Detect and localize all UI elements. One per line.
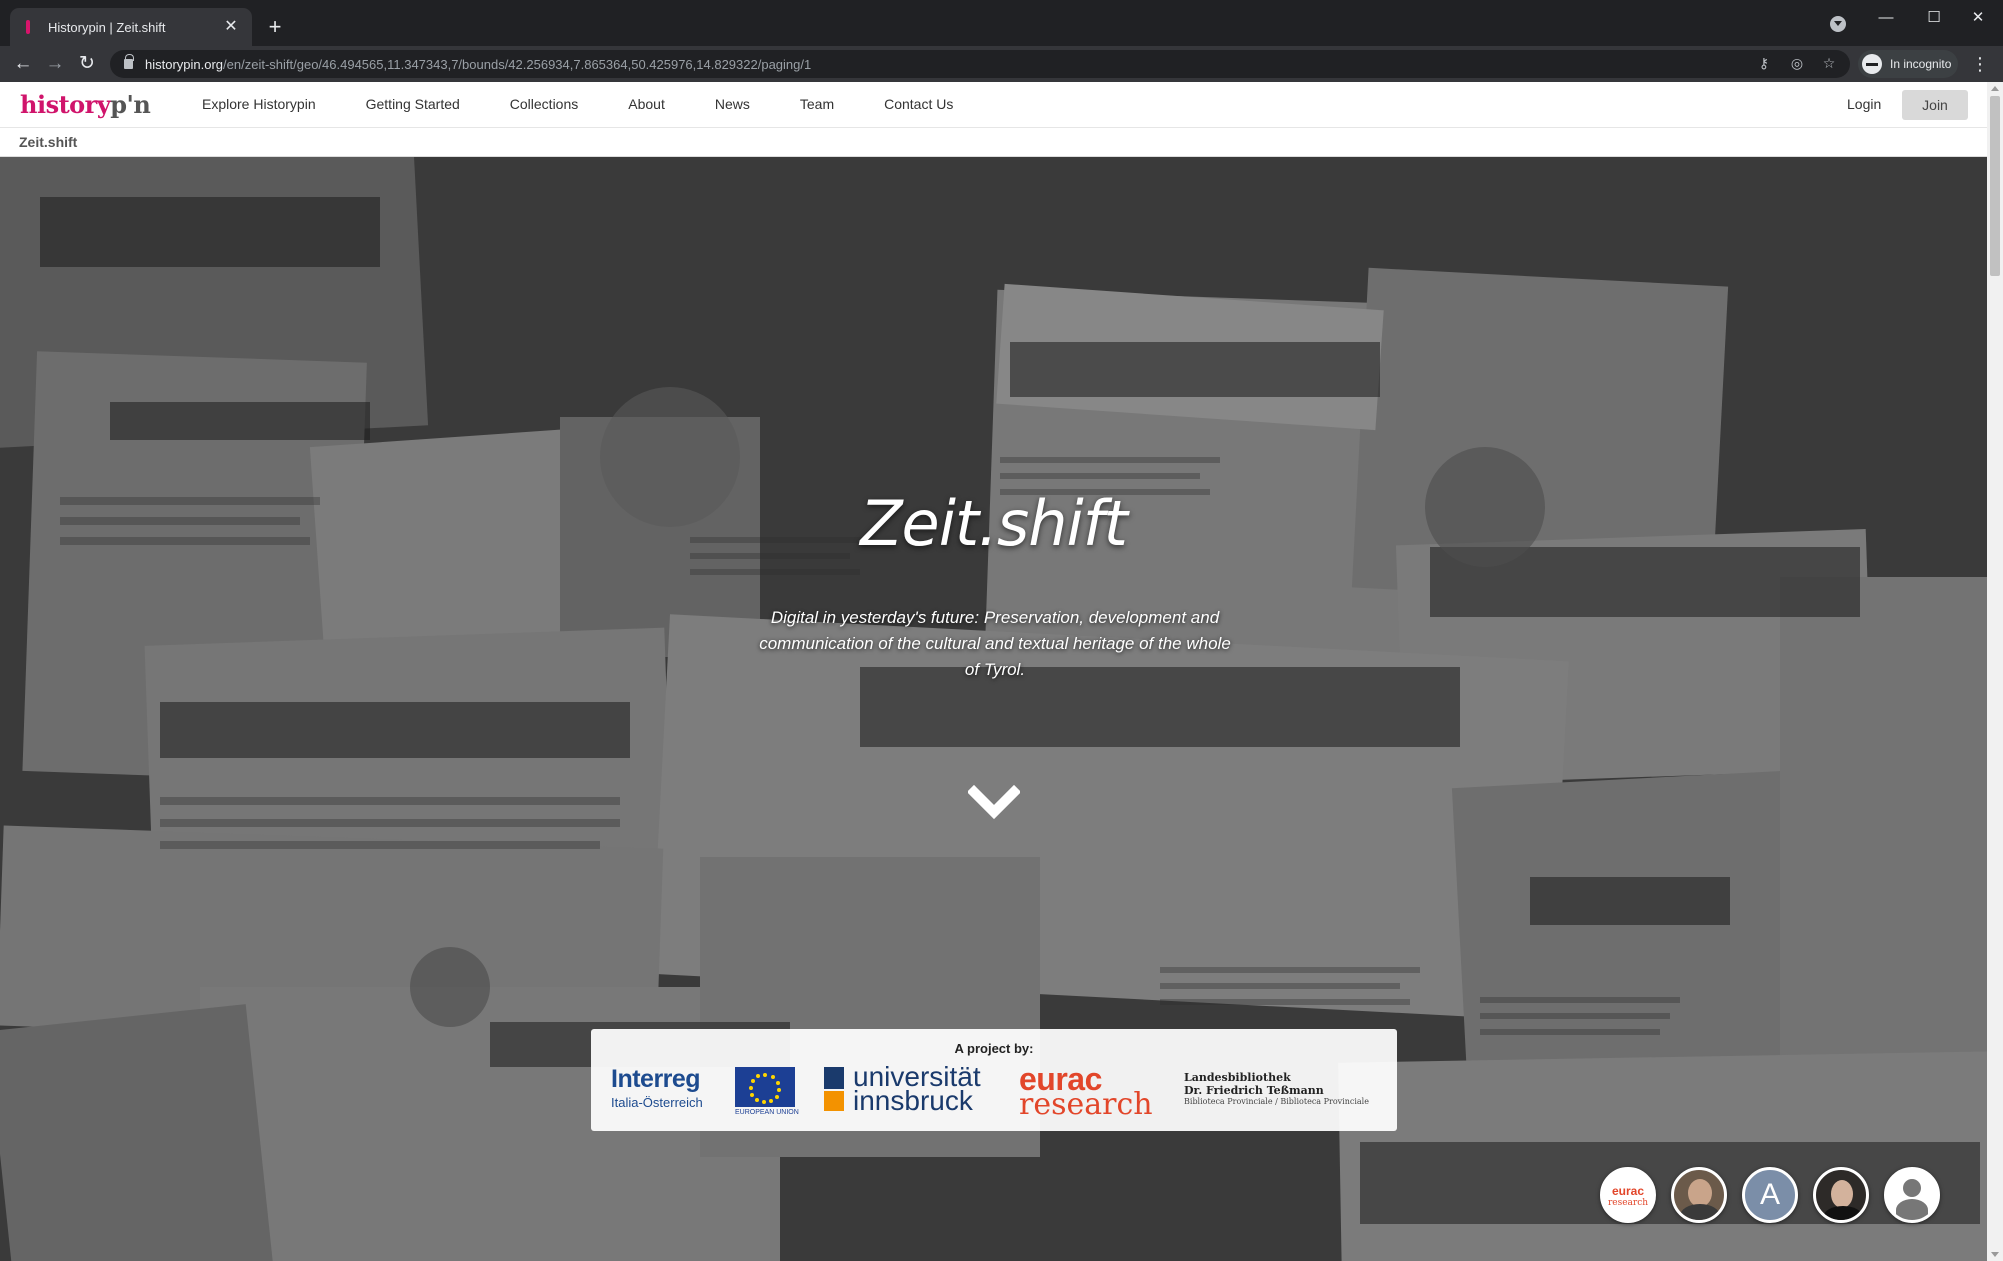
hero-title: Zeit.shift <box>860 487 1128 560</box>
incognito-label: In incognito <box>1890 57 1952 71</box>
incognito-badge[interactable]: In incognito <box>1858 50 1958 78</box>
avatar-user-photo[interactable] <box>1671 1167 1727 1223</box>
bookmark-star-icon[interactable]: ☆ <box>1820 54 1838 72</box>
tessmann-line3: Biblioteca Provinciale / Biblioteca Prov… <box>1184 1097 1369 1106</box>
tessmann-line2[interactable]: Dr. Friedrich Teßmann <box>1184 1084 1324 1097</box>
maximize-icon[interactable]: ☐ <box>1914 6 1954 30</box>
browser-menu-icon[interactable]: ⋮ <box>1970 52 1990 76</box>
avatar-user-photo[interactable] <box>1813 1167 1869 1223</box>
url-path: /en/zeit-shift/geo/46.494565,11.347343,7… <box>223 56 812 72</box>
lock-icon <box>124 54 134 69</box>
close-window-icon[interactable]: ✕ <box>1958 6 1998 30</box>
incognito-icon <box>1862 54 1882 74</box>
main-nav: Explore Historypin Getting Started Colle… <box>202 96 1003 112</box>
join-button[interactable]: Join <box>1902 90 1968 120</box>
page-scrollbar[interactable] <box>1987 82 2003 1261</box>
url-host: historypin.org <box>145 56 224 72</box>
address-bar[interactable]: historypin.org/en/zeit-shift/geo/46.4945… <box>110 50 1850 78</box>
uibk-logo[interactable]: universität innsbruck <box>853 1063 981 1116</box>
hero-banner: Zeit.shift Digital in yesterday's future… <box>0 157 1987 1261</box>
eu-caption: EUROPEAN UNION <box>735 1109 799 1116</box>
avatar-eurac[interactable]: eurac research <box>1600 1167 1656 1223</box>
breadcrumb[interactable]: Zeit.shift <box>0 128 1987 157</box>
browser-tab[interactable]: Historypin | Zeit.shift ✕ <box>10 8 252 46</box>
nav-collections[interactable]: Collections <box>510 96 578 112</box>
browser-toolbar: ← → ↻ historypin.org/en/zeit-shift/geo/4… <box>0 46 2003 82</box>
minimize-icon[interactable]: — <box>1866 6 1906 30</box>
nav-explore-historypin[interactable]: Explore Historypin <box>202 96 316 112</box>
contributor-avatars: eurac research A <box>1600 1167 1955 1223</box>
tab-title: Historypin | Zeit.shift <box>48 19 166 35</box>
avatar-eurac-b: research <box>1607 1198 1649 1208</box>
scroll-up-icon[interactable] <box>1991 86 1999 91</box>
logo-history: history <box>20 90 111 119</box>
eurac-logo-line2[interactable]: research <box>1019 1087 1153 1122</box>
nav-contact-us[interactable]: Contact Us <box>884 96 953 112</box>
partners-panel: A project by: Interreg Italia-Österreich… <box>591 1029 1397 1131</box>
scroll-down-chevron-icon[interactable] <box>968 784 1020 820</box>
eu-flag-icon <box>735 1067 795 1107</box>
key-icon[interactable]: ⚷ <box>1755 54 1773 72</box>
new-tab-icon[interactable]: + <box>262 14 288 40</box>
tracking-blocked-icon[interactable]: ◎ <box>1788 54 1806 72</box>
interreg-logo[interactable]: Interreg <box>611 1065 701 1094</box>
hero-subtitle: Digital in yesterday's future: Preservat… <box>759 608 1231 679</box>
historypin-logo[interactable]: historyp'n <box>20 90 151 119</box>
close-tab-icon[interactable]: ✕ <box>222 18 240 36</box>
partners-label: A project by: <box>954 1041 1034 1056</box>
scrollbar-thumb[interactable] <box>1990 96 2000 276</box>
avatar-letter[interactable]: A <box>1742 1167 1798 1223</box>
interreg-subtitle: Italia-Österreich <box>611 1095 703 1110</box>
nav-news[interactable]: News <box>715 96 750 112</box>
forward-icon[interactable]: → <box>42 52 68 76</box>
historypin-favicon-icon <box>22 20 34 34</box>
avatar-eurac-a: eurac <box>1611 1184 1645 1198</box>
nav-team[interactable]: Team <box>800 96 834 112</box>
scroll-down-icon[interactable] <box>1991 1252 1999 1257</box>
back-icon[interactable]: ← <box>10 52 36 76</box>
reload-icon[interactable]: ↻ <box>74 52 100 76</box>
site-header: historyp'n Explore Historypin Getting St… <box>0 82 1987 128</box>
nav-about[interactable]: About <box>628 96 665 112</box>
tab-search-icon[interactable] <box>1830 16 1846 32</box>
login-link[interactable]: Login <box>1847 96 1881 112</box>
avatar-default-user-icon[interactable] <box>1884 1167 1940 1223</box>
page-viewport: historyp'n Explore Historypin Getting St… <box>0 82 2003 1261</box>
nav-getting-started[interactable]: Getting Started <box>366 96 460 112</box>
uibk-line2: innsbruck <box>853 1085 973 1116</box>
browser-tab-strip: Historypin | Zeit.shift ✕ + — ☐ ✕ <box>0 0 2003 46</box>
tessmann-line1[interactable]: Landesbibliothek <box>1184 1071 1291 1084</box>
logo-pin: p'n <box>110 90 151 119</box>
uibk-mark-icon <box>824 1067 844 1111</box>
